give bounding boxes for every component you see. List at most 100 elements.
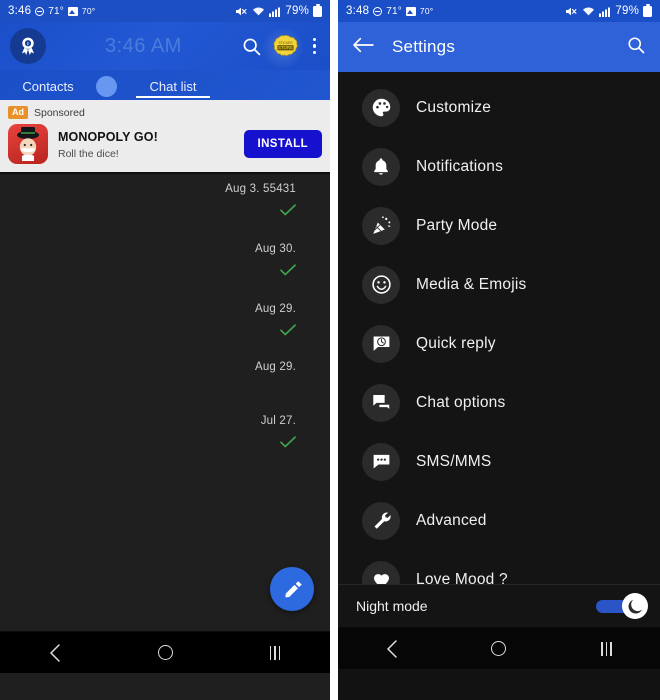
search-icon[interactable] bbox=[241, 36, 262, 57]
chat-options-glyph bbox=[372, 394, 390, 411]
settings-item-advanced[interactable]: Advanced bbox=[338, 491, 660, 550]
chat-list-row[interactable]: Jul 27. bbox=[261, 411, 296, 448]
ad-sponsored-label: Sponsored bbox=[34, 106, 85, 119]
monopoly-man-glyph bbox=[17, 127, 39, 161]
sms-glyph bbox=[373, 454, 389, 469]
cell-signal-icon bbox=[269, 7, 281, 17]
do-not-disturb-icon bbox=[35, 6, 45, 16]
overflow-dot bbox=[312, 44, 316, 48]
night-mode-label: Night mode bbox=[356, 598, 428, 614]
settings-item-party-mode[interactable]: Party Mode bbox=[338, 196, 660, 255]
cell-signal-icon bbox=[599, 7, 611, 17]
monopoly-man-icon bbox=[8, 124, 48, 164]
nav-home-icon[interactable] bbox=[135, 632, 195, 674]
sent-check-icon bbox=[280, 324, 296, 336]
chat-row-date: Aug 29. bbox=[254, 361, 296, 373]
sent-check-icon bbox=[280, 436, 296, 448]
wifi-icon bbox=[583, 7, 595, 15]
night-mode-row[interactable]: Night mode bbox=[338, 584, 660, 627]
overflow-dot bbox=[312, 50, 316, 54]
settings-item-customize[interactable]: Customize bbox=[338, 78, 660, 137]
night-mode-toggle[interactable] bbox=[596, 593, 648, 619]
left-phone-screen: 3:46 71° 70° 79% P 3:46 AM STICKER STORE… bbox=[0, 0, 330, 700]
battery-percent-label: 79% bbox=[615, 5, 639, 17]
palette-glyph bbox=[372, 98, 390, 117]
right-status-bar: 3:48 71° 70° 79% bbox=[338, 0, 660, 22]
nav-back-icon[interactable] bbox=[362, 628, 422, 670]
settings-menu-list: Customize Notifications Party Mode Media… bbox=[338, 72, 660, 627]
chat-list-row[interactable]: Aug 3. 55431 bbox=[225, 179, 296, 216]
chat-bubble-dots-icon bbox=[362, 442, 400, 481]
nav-back-icon[interactable] bbox=[25, 632, 85, 674]
volume-mute-icon bbox=[236, 7, 247, 15]
nav-recents-bar bbox=[269, 645, 272, 660]
tab-contacts-label: Contacts bbox=[22, 79, 74, 94]
left-status-bar: 3:46 71° 70° 79% bbox=[0, 0, 330, 22]
volume-mute-icon bbox=[566, 7, 577, 15]
chat-list-row[interactable]: Aug 29. bbox=[255, 299, 296, 336]
ad-title: MONOPOLY GO! bbox=[58, 130, 158, 144]
status-bar-left-group: 3:46 71° 70° bbox=[8, 5, 95, 17]
settings-item-media-emojis[interactable]: Media & Emojis bbox=[338, 255, 660, 314]
chat-row-date: Aug 29. bbox=[254, 303, 296, 315]
party-popper-glyph bbox=[372, 216, 391, 234]
settings-item-label: Quick reply bbox=[416, 334, 496, 352]
back-arrow-glyph bbox=[353, 37, 374, 52]
smiley-glyph bbox=[371, 275, 391, 294]
profile-badge-avatar[interactable]: P bbox=[10, 28, 46, 64]
nav-recents-bar bbox=[274, 645, 276, 660]
ad-body: MONOPOLY GO! Roll the dice! INSTALL bbox=[8, 124, 322, 164]
status-bar-clock: 3:46 bbox=[8, 5, 32, 17]
status-bar-right-group: 79% bbox=[565, 3, 652, 17]
svg-text:P: P bbox=[27, 41, 30, 46]
overflow-dot bbox=[312, 38, 316, 42]
double-chat-bubble-icon bbox=[362, 383, 400, 422]
settings-item-label: SMS/MMS bbox=[416, 452, 492, 470]
back-arrow-icon[interactable] bbox=[352, 36, 374, 59]
bell-glyph bbox=[374, 158, 388, 175]
left-app-bar: P 3:46 AM STICKER STORE bbox=[0, 22, 330, 70]
profile-badge-icon: P bbox=[21, 37, 35, 56]
chat-list-row[interactable]: Aug 29. bbox=[255, 357, 296, 375]
palette-icon bbox=[362, 88, 400, 127]
settings-app-bar: Settings bbox=[338, 22, 660, 72]
nav-recents-icon[interactable] bbox=[576, 628, 636, 670]
nav-recents-icon[interactable] bbox=[245, 632, 305, 674]
battery-percent-label: 79% bbox=[285, 5, 309, 17]
nav-recents-bar bbox=[610, 641, 612, 656]
toggle-thumb bbox=[622, 593, 648, 619]
sticker-store-icon[interactable]: STICKER STORE bbox=[273, 34, 298, 59]
sponsored-ad-banner[interactable]: Ad Sponsored MONOPOLY GO! Roll the dice!… bbox=[0, 100, 330, 174]
app-bar-actions: STICKER STORE bbox=[241, 34, 320, 59]
settings-item-notifications[interactable]: Notifications bbox=[338, 137, 660, 196]
search-icon[interactable] bbox=[626, 35, 646, 60]
status-bar-temperature-primary: 71° bbox=[48, 5, 64, 17]
do-not-disturb-icon bbox=[373, 6, 383, 16]
compose-fab-button[interactable] bbox=[270, 567, 314, 611]
nav-home-icon[interactable] bbox=[469, 628, 529, 670]
settings-item-label: Chat options bbox=[416, 393, 506, 411]
app-bar-ghost-clock: 3:46 AM bbox=[104, 34, 182, 57]
bell-icon bbox=[362, 147, 400, 186]
settings-item-label: Customize bbox=[416, 98, 492, 116]
quick-reply-glyph bbox=[373, 336, 389, 351]
tab-chat-list[interactable]: Chat list bbox=[118, 79, 228, 98]
sent-check-icon bbox=[280, 264, 296, 276]
weather-photo-icon bbox=[67, 6, 78, 16]
crescent-moon-face-icon bbox=[628, 599, 642, 614]
settings-item-sms-mms[interactable]: SMS/MMS bbox=[338, 432, 660, 491]
ad-install-button[interactable]: INSTALL bbox=[243, 130, 322, 158]
smiley-face-icon bbox=[362, 265, 400, 304]
overflow-menu-icon[interactable] bbox=[309, 36, 320, 56]
nav-back-glyph bbox=[386, 639, 397, 658]
tab-contacts[interactable]: Contacts bbox=[0, 79, 96, 98]
search-glyph bbox=[628, 36, 645, 53]
chat-list-row[interactable]: Aug 30. bbox=[255, 239, 296, 276]
settings-item-label: Party Mode bbox=[416, 216, 498, 234]
right-navigation-bar bbox=[338, 627, 660, 669]
settings-item-quick-reply[interactable]: Quick reply bbox=[338, 314, 660, 373]
nav-recents-bar bbox=[605, 641, 608, 656]
nav-home-glyph bbox=[157, 645, 173, 660]
settings-item-label: Notifications bbox=[416, 157, 504, 175]
settings-item-chat-options[interactable]: Chat options bbox=[338, 373, 660, 432]
